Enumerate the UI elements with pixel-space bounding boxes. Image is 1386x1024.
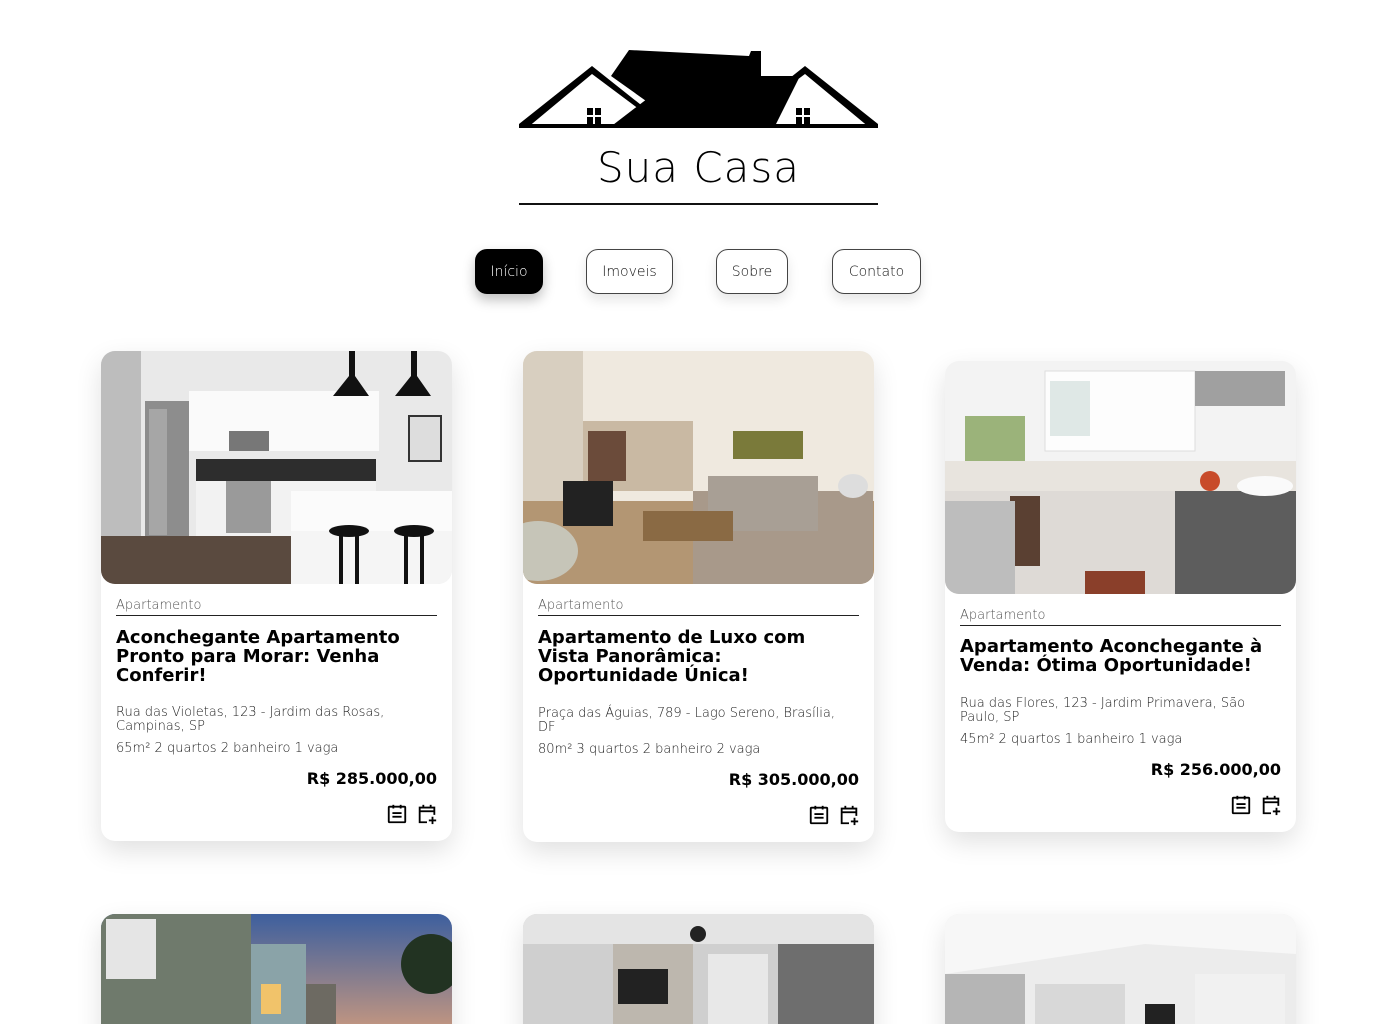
nav-contato-button[interactable]: Contato bbox=[832, 249, 921, 294]
brand-name: Sua Casa bbox=[596, 143, 801, 192]
house-exterior-photo-icon bbox=[101, 914, 452, 1024]
nav-imoveis-button[interactable]: Imoveis bbox=[586, 249, 673, 294]
listing-address: Praça das Águias, 789 - Lago Sereno, Bra… bbox=[538, 706, 836, 735]
calendar-add-icon[interactable] bbox=[838, 804, 860, 826]
listing-title[interactable]: Apartamento de Luxo com Vista Panorâmica… bbox=[538, 628, 859, 685]
listing-photo[interactable] bbox=[523, 351, 874, 584]
listing-address: Rua das Flores, 123 - Jardim Primavera, … bbox=[960, 696, 1246, 725]
listing-type: Apartamento bbox=[116, 598, 437, 616]
calendar-add-icon[interactable] bbox=[1260, 794, 1282, 816]
listing-price: R$ 305.000,00 bbox=[728, 770, 859, 789]
listing-card[interactable]: Apartamento Apartamento Aconchegante à V… bbox=[945, 361, 1296, 832]
listing-photo[interactable] bbox=[945, 361, 1296, 594]
listing-title[interactable]: Aconchegante Apartamento Pronto para Mor… bbox=[116, 628, 437, 685]
listing-specs: 65m² 2 quartos 2 banheiro 1 vaga bbox=[116, 741, 339, 756]
listing-price: R$ 285.000,00 bbox=[306, 769, 437, 788]
listing-address: Rua das Violetas, 123 - Jardim das Rosas… bbox=[116, 705, 385, 734]
white-kitchen-photo-icon bbox=[945, 361, 1296, 594]
listing-price: R$ 256.000,00 bbox=[1150, 760, 1281, 779]
listing-card[interactable] bbox=[523, 914, 874, 1024]
open-interior-photo-icon bbox=[945, 914, 1296, 1024]
listing-card[interactable]: Apartamento Aconchegante Apartamento Pro… bbox=[101, 351, 452, 841]
calendar-add-icon[interactable] bbox=[416, 803, 438, 825]
living-room-photo-icon bbox=[523, 351, 874, 584]
nav-inicio-button[interactable]: Início bbox=[475, 249, 543, 294]
listing-photo[interactable] bbox=[945, 914, 1296, 1024]
calendar-details-icon[interactable] bbox=[808, 804, 830, 826]
calendar-details-icon[interactable] bbox=[386, 803, 408, 825]
kitchen-photo-icon bbox=[101, 351, 452, 584]
gray-interior-photo-icon bbox=[523, 914, 874, 1024]
main-nav: Início Imoveis Sobre Contato bbox=[0, 249, 1386, 295]
listing-card[interactable] bbox=[101, 914, 452, 1024]
calendar-details-icon[interactable] bbox=[1230, 794, 1252, 816]
listing-type: Apartamento bbox=[960, 608, 1281, 626]
listing-card[interactable] bbox=[945, 914, 1296, 1024]
listing-specs: 45m² 2 quartos 1 banheiro 1 vaga bbox=[960, 732, 1183, 747]
listing-specs: 80m² 3 quartos 2 banheiro 2 vaga bbox=[538, 742, 761, 757]
nav-sobre-button[interactable]: Sobre bbox=[716, 249, 788, 294]
brand-divider bbox=[519, 203, 878, 205]
listing-photo[interactable] bbox=[101, 351, 452, 584]
listing-type: Apartamento bbox=[538, 598, 859, 616]
listing-photo[interactable] bbox=[101, 914, 452, 1024]
listing-card[interactable]: Apartamento Apartamento de Luxo com Vist… bbox=[523, 351, 874, 842]
listing-title[interactable]: Apartamento Aconchegante à Venda: Ótima … bbox=[960, 637, 1281, 675]
brand-logo[interactable]: Sua Casa bbox=[519, 46, 878, 206]
house-roof-logo-icon bbox=[519, 50, 878, 128]
listing-photo[interactable] bbox=[523, 914, 874, 1024]
